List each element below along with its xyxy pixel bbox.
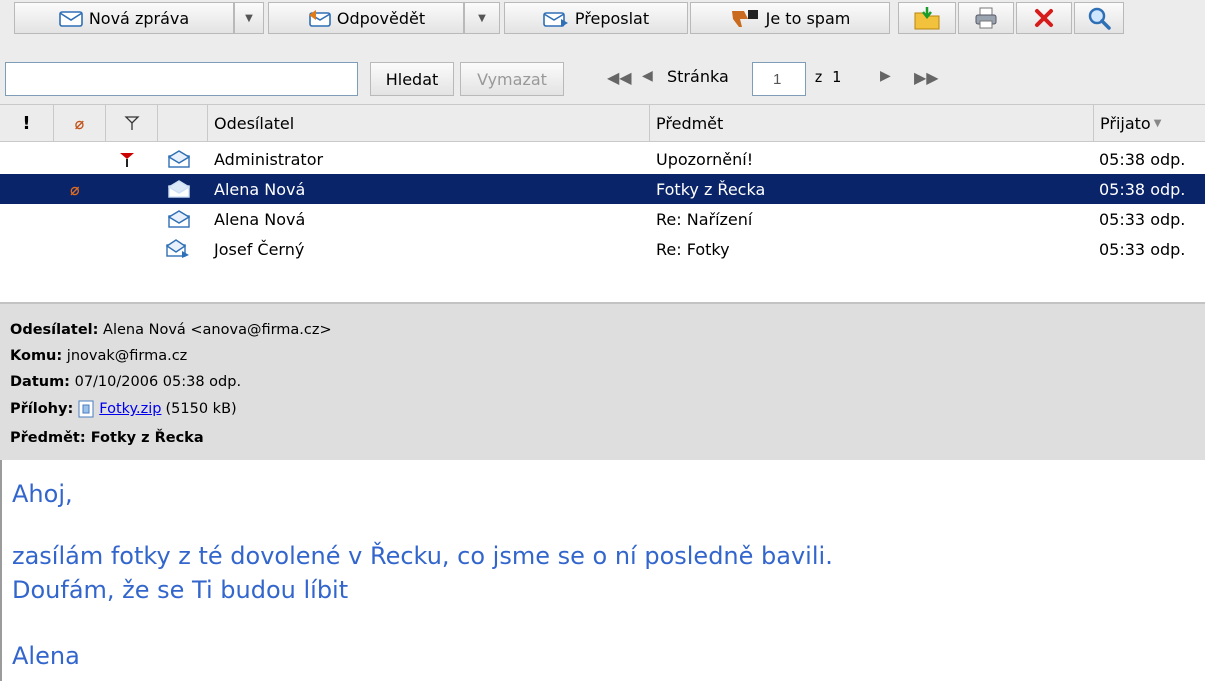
attachments-label: Přílohy: xyxy=(10,401,74,417)
attachment-link[interactable]: Fotky.zip xyxy=(99,401,161,417)
body-greeting: Ahoj, xyxy=(12,480,73,508)
message-body: Ahoj, zasílám fotky z té dovolené v Řeck… xyxy=(0,460,1205,681)
subject-line: Předmět: Fotky z Řecka xyxy=(10,430,204,446)
received-column-header[interactable]: Přijato ▼ xyxy=(1094,105,1205,141)
clear-button-label: Vymazat xyxy=(477,69,547,89)
attachments-line: Přílohy: Fotky.zip (5150 kB) xyxy=(10,400,237,418)
search-button-label: Hledat xyxy=(385,69,439,89)
table-row[interactable]: Alena Nová Re: Nařízení 05:33 odp. xyxy=(0,204,1205,234)
new-message-dropdown[interactable]: ▼ xyxy=(234,2,264,34)
spam-label: Je to spam xyxy=(765,8,851,28)
from-line: Odesílatel: Alena Nová <anova@firma.cz> xyxy=(10,322,332,338)
next-page-icon[interactable]: ▶ xyxy=(880,68,891,84)
body-signature: Alena xyxy=(12,642,80,670)
subject-label: Předmět: xyxy=(10,430,86,446)
received-time: 05:33 odp. xyxy=(1099,209,1186,229)
priority-icon: ! xyxy=(22,112,31,134)
subject: Fotky z Řecka xyxy=(656,179,766,199)
clear-button[interactable]: Vymazat xyxy=(460,62,564,96)
chevron-down-icon: ▼ xyxy=(245,12,253,24)
sender: Alena Nová xyxy=(214,179,306,199)
page-count: z 1 xyxy=(814,68,842,86)
reply-label: Odpovědět xyxy=(336,8,426,28)
reply-button[interactable]: Odpovědět xyxy=(268,2,464,34)
reply-dropdown[interactable]: ▼ xyxy=(464,2,500,34)
body-line: Doufám, že se Ti budou líbit xyxy=(12,576,349,604)
subject-header-label: Předmět xyxy=(656,113,724,133)
folder-download-icon xyxy=(914,7,940,30)
to-line: Komu: jnovak@firma.cz xyxy=(10,348,187,364)
chevron-down-icon: ▼ xyxy=(478,12,486,24)
flag-column-header[interactable] xyxy=(106,105,158,141)
envelope-read-icon xyxy=(168,144,190,174)
date-line: Datum: 07/10/2006 05:38 odp. xyxy=(10,374,241,390)
previous-page-icon[interactable]: ◀ xyxy=(642,68,653,84)
message-header-panel: Odesílatel: Alena Nová <anova@firma.cz> … xyxy=(0,302,1205,460)
body-line: zasílám fotky z té dovolené v Řecku, co … xyxy=(12,542,833,570)
subject-column-header[interactable]: Předmět xyxy=(650,105,1094,141)
main-toolbar: Nová zpráva ▼ Odpovědět ▼ Přeposlat Je t… xyxy=(0,0,1205,37)
sender: Josef Černý xyxy=(214,239,305,259)
from-label: Odesílatel: xyxy=(10,322,99,338)
new-message-label: Nová zpráva xyxy=(88,8,190,28)
to-label: Komu: xyxy=(10,348,63,364)
subject-value: Fotky z Řecka xyxy=(90,430,204,446)
page-label: Stránka xyxy=(667,67,729,86)
envelope-icon xyxy=(59,11,83,27)
subject: Upozornění! xyxy=(656,149,754,169)
paperclip-icon: ⌀ xyxy=(70,179,80,199)
from-value: Alena Nová <anova@firma.cz> xyxy=(103,322,332,338)
date-value: 07/10/2006 05:38 odp. xyxy=(74,374,242,390)
forward-label: Přeposlat xyxy=(574,8,650,28)
spam-button[interactable]: Je to spam xyxy=(690,2,890,34)
search-icon xyxy=(1088,7,1111,30)
delete-icon xyxy=(1035,9,1053,27)
printer-icon xyxy=(975,7,997,29)
envelope-forwarded-icon xyxy=(166,234,190,264)
reply-icon xyxy=(308,10,331,27)
search-toggle-button[interactable] xyxy=(1074,2,1124,34)
subject: Re: Fotky xyxy=(656,239,730,259)
table-row[interactable]: Administrator Upozornění! 05:38 odp. xyxy=(0,144,1205,174)
first-page-icon[interactable]: ◀◀ xyxy=(607,68,632,87)
message-list-header: ! ⌀ Odesílatel Předmět Přijato ▼ xyxy=(0,104,1205,142)
attachment-column-header[interactable]: ⌀ xyxy=(54,105,106,141)
received-header-label: Přijato xyxy=(1100,113,1151,133)
zip-file-icon xyxy=(78,400,94,418)
flag-outline-icon xyxy=(123,116,140,130)
date-label: Datum: xyxy=(10,374,70,390)
sender: Alena Nová xyxy=(214,209,306,229)
red-flag-icon xyxy=(118,144,136,174)
received-time: 05:33 odp. xyxy=(1099,239,1186,259)
thumbs-down-icon xyxy=(731,10,758,27)
received-time: 05:38 odp. xyxy=(1099,179,1186,199)
to-value: jnovak@firma.cz xyxy=(66,348,188,364)
delete-button[interactable] xyxy=(1016,2,1072,34)
search-button[interactable]: Hledat xyxy=(370,62,454,96)
print-button[interactable] xyxy=(958,2,1014,34)
search-input[interactable] xyxy=(5,62,358,96)
move-to-folder-button[interactable] xyxy=(898,2,956,34)
attachment-size: (5150 kB) xyxy=(165,401,237,417)
sort-desc-icon: ▼ xyxy=(1153,117,1162,129)
status-column-header[interactable] xyxy=(158,105,208,141)
received-time: 05:38 odp. xyxy=(1099,149,1186,169)
page-number-input[interactable] xyxy=(752,62,806,96)
envelope-read-icon xyxy=(168,204,190,234)
sender-header-label: Odesílatel xyxy=(214,113,295,133)
sender: Administrator xyxy=(214,149,324,169)
new-message-button[interactable]: Nová zpráva xyxy=(14,2,234,34)
envelope-read-icon xyxy=(168,174,190,204)
paperclip-icon: ⌀ xyxy=(74,113,85,133)
table-row[interactable]: Josef Černý Re: Fotky 05:33 odp. xyxy=(0,234,1205,264)
last-page-icon[interactable]: ▶▶ xyxy=(914,68,939,87)
priority-column-header[interactable]: ! xyxy=(0,105,54,141)
forward-button[interactable]: Přeposlat xyxy=(504,2,688,34)
sender-column-header[interactable]: Odesílatel xyxy=(208,105,650,141)
forward-icon xyxy=(543,12,568,27)
table-row-selected[interactable]: ⌀ Alena Nová Fotky z Řecka 05:38 odp. xyxy=(0,174,1205,204)
subject: Re: Nařízení xyxy=(656,209,753,229)
